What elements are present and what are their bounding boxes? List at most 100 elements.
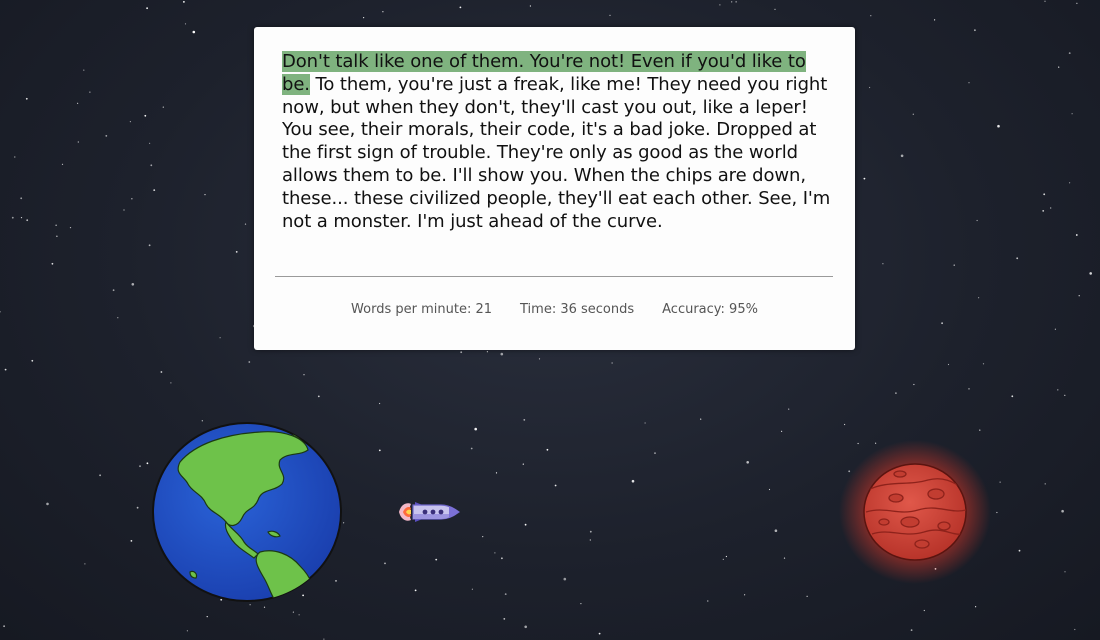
star — [1044, 483, 1046, 485]
star — [77, 102, 79, 104]
star — [768, 488, 771, 491]
star — [160, 371, 163, 373]
star — [783, 557, 786, 559]
star — [148, 244, 151, 247]
star — [869, 86, 871, 89]
star — [20, 197, 23, 200]
star — [0, 311, 1, 313]
star — [522, 463, 524, 465]
star — [844, 423, 846, 426]
star — [999, 481, 1001, 483]
time-stat: Time: 36 seconds — [520, 302, 634, 317]
star — [707, 600, 709, 602]
star — [900, 154, 904, 158]
star — [910, 629, 913, 631]
star — [609, 14, 611, 16]
star — [11, 216, 14, 219]
star — [379, 402, 381, 405]
star — [1057, 389, 1059, 391]
star — [14, 156, 16, 158]
star — [735, 1, 737, 3]
wpm-label: Words per minute: 21 — [351, 302, 492, 317]
star — [292, 611, 294, 613]
star — [382, 11, 384, 13]
star — [1043, 193, 1046, 196]
star — [495, 472, 498, 474]
star — [25, 97, 28, 100]
star — [644, 422, 646, 424]
star — [503, 618, 506, 620]
mars-icon — [839, 440, 991, 584]
star — [31, 359, 34, 362]
star — [186, 630, 188, 632]
star — [631, 479, 635, 483]
star — [183, 1, 185, 3]
star — [725, 555, 728, 558]
star — [131, 198, 133, 200]
star — [554, 484, 557, 487]
star — [1054, 328, 1056, 330]
star — [117, 317, 119, 319]
star — [99, 474, 101, 477]
star — [700, 418, 702, 420]
star — [486, 351, 488, 353]
wpm-stat: Words per minute: 21 — [351, 302, 492, 317]
star — [84, 563, 86, 565]
star — [459, 6, 462, 9]
star — [1044, 0, 1046, 2]
star — [1018, 549, 1021, 552]
star — [89, 91, 91, 93]
star — [130, 540, 133, 542]
star — [978, 297, 980, 299]
star — [298, 614, 300, 616]
star — [1078, 295, 1080, 297]
star — [882, 263, 884, 265]
star — [774, 8, 776, 10]
star — [3, 625, 5, 628]
star — [589, 539, 591, 541]
star — [580, 603, 582, 605]
star — [524, 625, 527, 629]
star — [123, 209, 125, 211]
star — [1016, 257, 1019, 260]
star — [77, 141, 79, 143]
star — [504, 593, 507, 595]
star — [494, 552, 496, 554]
star — [363, 17, 365, 19]
star — [947, 363, 950, 366]
star — [204, 194, 206, 196]
star — [500, 352, 504, 356]
star — [975, 606, 977, 608]
star — [1058, 66, 1060, 68]
star — [112, 289, 115, 292]
passage-text[interactable]: Don't talk like one of them. You're not!… — [282, 51, 834, 233]
time-label: Time: 36 seconds — [520, 302, 635, 317]
star — [1076, 2, 1078, 4]
star — [912, 113, 914, 115]
star — [1069, 182, 1071, 184]
star — [589, 530, 592, 533]
star — [501, 557, 503, 560]
star — [150, 164, 153, 167]
star — [192, 30, 196, 34]
star — [781, 430, 783, 432]
star — [378, 449, 381, 452]
star — [55, 224, 57, 226]
divider — [275, 276, 833, 277]
star — [722, 558, 724, 561]
star — [941, 322, 943, 325]
star — [303, 374, 305, 376]
star — [51, 262, 54, 265]
star — [746, 461, 749, 464]
star — [470, 447, 473, 450]
star — [144, 114, 147, 117]
star — [244, 223, 247, 225]
star — [1042, 210, 1045, 212]
star — [129, 121, 131, 123]
star — [744, 594, 746, 596]
star — [206, 616, 208, 618]
accuracy-stat: Accuracy: 95% — [662, 302, 758, 317]
star — [895, 392, 897, 394]
star — [136, 506, 139, 509]
star — [598, 632, 601, 635]
